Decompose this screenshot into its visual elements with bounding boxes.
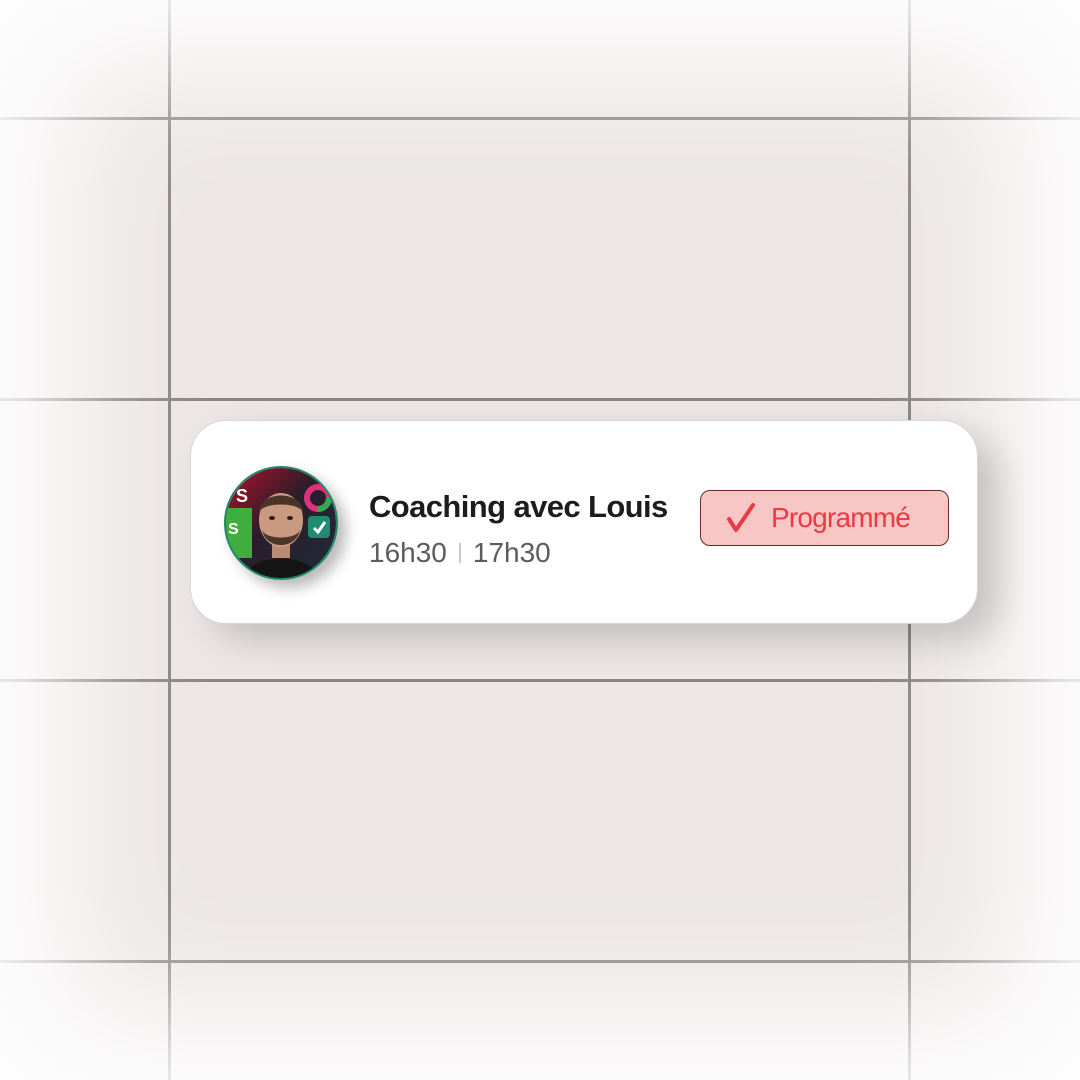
grid-line [0,960,1080,963]
svg-text:S: S [228,521,239,538]
end-time: 17h30 [472,537,551,568]
event-card[interactable]: S S Coaching avec Louis 16h30 17h30 Prog… [190,420,978,624]
status-label: Programmé [771,502,911,533]
status-badge[interactable]: Programmé [700,490,949,546]
event-title: Coaching avec Louis [369,489,668,524]
svg-text:S: S [236,486,248,506]
event-time-range: 16h30 17h30 [369,537,551,569]
check-icon [723,500,759,536]
avatar: S S [224,466,338,580]
user-photo-icon: S S [226,468,336,578]
grid-line [168,0,171,1080]
time-separator [458,543,461,563]
grid-line [0,117,1080,120]
grid-line [0,398,1080,401]
grid-line [0,679,1080,682]
start-time: 16h30 [369,537,447,568]
